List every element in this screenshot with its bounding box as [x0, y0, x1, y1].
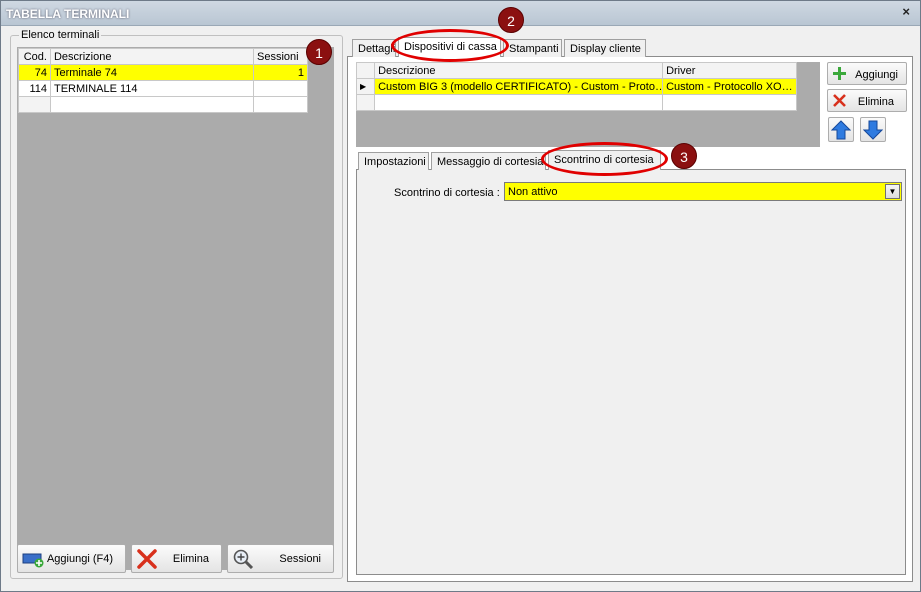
window: TABELLA TERMINALI × Elenco terminali Cod…: [0, 0, 921, 592]
cell-descrizione[interactable]: Custom BIG 3 (modello CERTIFICATO) - Cus…: [374, 78, 664, 95]
tab-display-cliente[interactable]: Display cliente: [564, 39, 646, 57]
table-row-empty[interactable]: [355, 94, 797, 111]
table-row[interactable]: 74 Terminale 74 1: [18, 64, 308, 81]
delete-device-button[interactable]: Elimina: [827, 89, 907, 112]
add-device-label: Aggiungi: [855, 69, 898, 81]
annotation-ring-2: [391, 29, 509, 62]
table-row-empty[interactable]: [18, 96, 308, 113]
tab-dettagli[interactable]: Dettagli: [352, 39, 396, 57]
delete-x-icon: [137, 549, 157, 569]
col-sessioni[interactable]: Sessioni: [253, 48, 308, 65]
annotation-badge-3: 3: [671, 143, 697, 169]
annotation-badge-2: 2: [498, 7, 524, 33]
window-title: TABELLA TERMINALI: [6, 7, 130, 21]
delete-device-label: Elimina: [857, 96, 894, 108]
tab-messaggio-di-cortesia[interactable]: Messaggio di cortesia: [431, 152, 546, 170]
plus-icon: [833, 67, 846, 80]
move-down-button[interactable]: [860, 117, 886, 142]
cell-sessioni[interactable]: 1: [253, 64, 308, 81]
delete-terminal-button[interactable]: Elimina: [131, 544, 222, 573]
add-terminal-icon: [22, 553, 44, 568]
tab-impostazioni[interactable]: Impostazioni: [358, 152, 429, 170]
scontrino-label: Scontrino di cortesia :: [394, 187, 500, 199]
table-row[interactable]: ▶ Custom BIG 3 (modello CERTIFICATO) - C…: [355, 78, 797, 95]
add-terminal-label: Aggiungi (F4): [46, 553, 113, 565]
annotation-ring-3: [541, 142, 668, 176]
scontrino-select[interactable]: Non attivo ▼: [504, 182, 902, 201]
chevron-down-icon[interactable]: ▼: [885, 184, 900, 199]
settings-subpanel: [356, 169, 906, 575]
cell-cod[interactable]: 74: [18, 64, 51, 81]
add-terminal-button[interactable]: Aggiungi (F4): [17, 544, 126, 573]
row-pointer-icon: ▶: [355, 78, 376, 95]
row-header-corner: [355, 62, 376, 79]
annotation-badge-1: 1: [306, 39, 332, 65]
arrow-down-icon: [863, 120, 883, 140]
terminals-table: Cod. Descrizione Sessioni 74 Terminale 7…: [18, 48, 308, 113]
move-up-button[interactable]: [828, 117, 854, 142]
cell-driver[interactable]: Custom - Protocollo XO…: [662, 78, 797, 95]
terminals-group-label: Elenco terminali: [19, 29, 102, 41]
cell-descrizione[interactable]: Terminale 74: [49, 64, 255, 81]
devices-table: Descrizione Driver ▶ Custom BIG 3 (model…: [355, 62, 797, 111]
magnifier-plus-icon: [233, 549, 254, 569]
tab-stampanti[interactable]: Stampanti: [503, 39, 562, 57]
delete-x-icon: [833, 94, 846, 107]
sessions-label: Sessioni: [279, 553, 321, 565]
sessions-button[interactable]: Sessioni: [227, 544, 334, 573]
col-descrizione[interactable]: Descrizione: [49, 48, 255, 65]
close-icon[interactable]: ×: [902, 4, 910, 19]
add-device-button[interactable]: Aggiungi: [827, 62, 907, 85]
terminals-grid-background: [17, 47, 334, 570]
col-descrizione[interactable]: Descrizione: [374, 62, 664, 79]
col-driver[interactable]: Driver: [662, 62, 797, 79]
cell-descrizione[interactable]: TERMINALE 114: [49, 80, 255, 97]
table-row[interactable]: 114 TERMINALE 114: [18, 80, 308, 97]
scontrino-select-value: Non attivo: [508, 186, 558, 198]
delete-terminal-label: Elimina: [172, 553, 209, 565]
col-cod[interactable]: Cod.: [18, 48, 51, 65]
title-bar: TABELLA TERMINALI ×: [1, 1, 920, 26]
cell-cod[interactable]: 114: [18, 80, 51, 97]
cell-sessioni[interactable]: [253, 80, 308, 97]
arrow-up-icon: [831, 120, 851, 140]
